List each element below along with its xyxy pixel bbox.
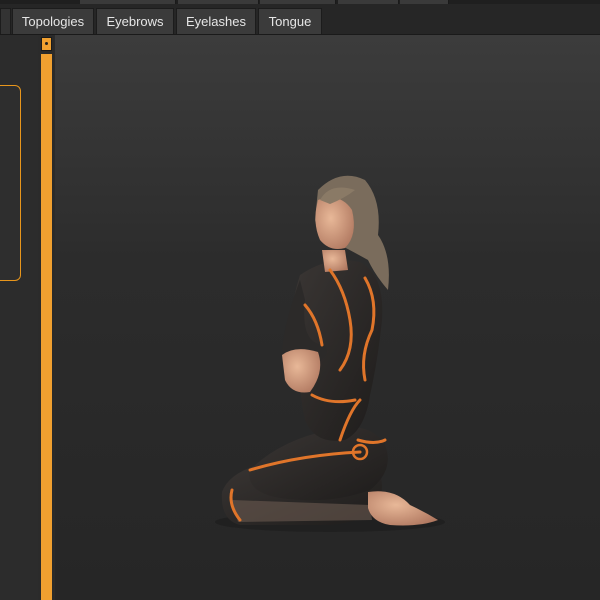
- tab-topologies[interactable]: Topologies: [12, 8, 94, 34]
- human-model-render: [215, 175, 445, 532]
- 3d-viewport[interactable]: [55, 35, 600, 600]
- tab-previous[interactable]: [0, 8, 11, 34]
- tab-eyelashes[interactable]: Eyelashes: [176, 8, 256, 34]
- scrollbar-handle[interactable]: [41, 37, 52, 51]
- options-group-box: [0, 85, 21, 281]
- left-panel: [0, 35, 38, 600]
- tab-eyebrows[interactable]: Eyebrows: [96, 8, 174, 34]
- scrollbar-thumb[interactable]: [41, 54, 52, 600]
- tab-bar: Topologies Eyebrows Eyelashes Tongue: [0, 4, 600, 35]
- tab-tongue[interactable]: Tongue: [258, 8, 322, 34]
